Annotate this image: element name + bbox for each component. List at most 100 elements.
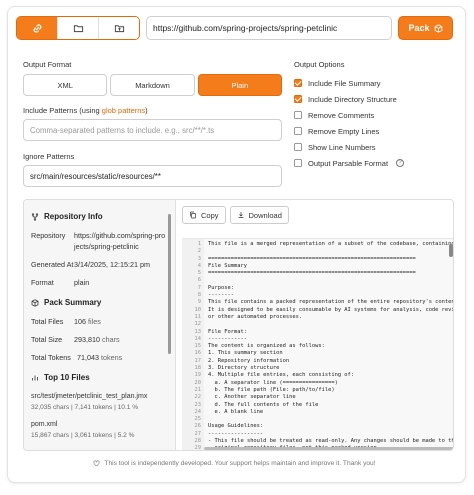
line-number: 24 — [194, 408, 202, 415]
repository-url-input[interactable]: https://github.com/spring-projects/sprin… — [146, 16, 392, 40]
kv-value: 106 — [74, 317, 86, 326]
format-row: Format plain — [31, 277, 175, 288]
checkbox[interactable] — [294, 111, 302, 119]
option-include-file-summary[interactable]: Include File Summary — [294, 75, 454, 91]
option-label: Show Line Numbers — [308, 142, 376, 152]
line-number: 16 — [194, 350, 202, 357]
git-fork-icon — [31, 212, 39, 221]
line-number: 18 — [194, 365, 202, 372]
kv-value: 71,043 — [77, 353, 99, 362]
ignore-patterns-label: Ignore Patterns — [23, 152, 75, 161]
file-path: src/test/jmeter/petclinic_test_plan.jmx — [31, 393, 148, 400]
kv-value: https://github.com/spring-projects/sprin… — [74, 231, 166, 251]
option-remove-comments[interactable]: Remove Comments — [294, 107, 454, 123]
output-format-label: Output Format — [23, 60, 72, 69]
format-markdown-button[interactable]: Markdown — [110, 74, 195, 96]
output-format-group: XML Markdown Plain — [23, 74, 282, 96]
download-label: Download — [248, 210, 282, 220]
output-code-viewer[interactable]: 1 2 3 4 5 6 7 8 9 10 11 12 13 14 15 16 17 18 19 20 21 22 23 24 2… — [182, 238, 453, 451]
output-pane: Copy Download 1 2 3 4 5 6 7 8 9 10 11 12 13 14 15 16 17 1… — [176, 200, 453, 451]
total-files-row: Total Files 106 files — [31, 316, 175, 327]
option-label: Output Parsable Format — [308, 158, 389, 168]
line-number: 27 — [194, 430, 202, 437]
copy-icon — [190, 211, 196, 219]
pack-button-label: Pack — [408, 23, 430, 33]
total-size-row: Total Size 293,810 chars — [31, 334, 175, 345]
output-code-text[interactable]: This file is a merged representation of … — [204, 239, 453, 450]
folder-icon — [73, 24, 83, 32]
option-show-line-numbers[interactable]: Show Line Numbers — [294, 139, 454, 155]
checkbox[interactable] — [294, 127, 302, 135]
line-number: 26 — [194, 423, 202, 430]
format-plain-button[interactable]: Plain — [197, 74, 282, 96]
kv-key: Repository — [31, 231, 66, 240]
option-output-parsable-format[interactable]: Output Parsable Format? — [294, 155, 454, 171]
line-number-gutter: 1 2 3 4 5 6 7 8 9 10 11 12 13 14 15 16 17 18 19 20 21 22 23 24 2… — [182, 239, 204, 451]
line-number: 2 — [197, 248, 201, 255]
line-number: 4 — [197, 262, 201, 269]
checkbox-checked[interactable] — [294, 79, 302, 87]
copy-label: Copy — [201, 210, 219, 220]
kv-key: Total Size — [31, 335, 63, 344]
package-icon — [434, 23, 442, 33]
code-horizontal-scrollbar[interactable] — [204, 447, 453, 450]
footer-text: This tool is independently developed. Yo… — [104, 459, 376, 467]
kv-value: plain — [74, 278, 90, 287]
checkbox[interactable] — [294, 143, 302, 151]
output-options-title: Output Options — [294, 60, 345, 69]
kv-key: Format — [31, 278, 54, 287]
generated-at-row: Generated At 3/14/2025, 12:15:21 pm — [31, 259, 175, 270]
line-number: 12 — [194, 321, 202, 328]
heart-icon — [93, 459, 100, 466]
file-meta: 15,867 chars | 3,061 tokens | 5.2 % — [31, 432, 135, 439]
line-number: 11 — [194, 313, 202, 320]
kv-unit: chars — [101, 335, 120, 344]
section-title-text: Top 10 Files — [44, 373, 90, 382]
file-meta: 32,035 chars | 7,141 tokens | 10.1 % — [31, 404, 139, 411]
kv-key: Total Tokens — [31, 353, 71, 362]
pack-button[interactable]: Pack — [398, 16, 453, 40]
line-number: 25 — [194, 416, 202, 423]
option-include-directory-structure[interactable]: Include Directory Structure — [294, 91, 454, 107]
code-scrollbar[interactable] — [449, 244, 453, 257]
format-xml-button[interactable]: XML — [23, 74, 108, 96]
glob-patterns-link[interactable]: glob patterns — [102, 106, 145, 115]
input-mode-group — [16, 16, 140, 40]
mode-upload-button[interactable] — [99, 17, 139, 39]
help-icon[interactable]: ? — [396, 159, 405, 167]
option-label: Remove Empty Lines — [308, 126, 380, 136]
top-file-item[interactable]: src/test/jmeter/petclinic_test_plan.jmx … — [31, 391, 175, 413]
kv-key: Total Files — [31, 317, 64, 326]
include-patterns-input[interactable]: Comma-separated patterns to include. e.g… — [23, 119, 282, 141]
line-number: 7 — [197, 284, 201, 291]
line-number: 13 — [194, 328, 202, 335]
option-label: Include File Summary — [308, 78, 381, 88]
link-icon — [33, 23, 41, 33]
sidebar-scrollbar[interactable] — [168, 214, 171, 354]
total-tokens-row: Total Tokens 71,043 tokens — [31, 352, 175, 363]
line-number: 9 — [197, 299, 201, 306]
line-number: 29 — [194, 445, 202, 451]
line-number: 15 — [194, 343, 202, 350]
line-number: 20 — [194, 379, 202, 386]
line-number: 19 — [194, 372, 202, 379]
option-label: Remove Comments — [308, 110, 375, 120]
download-button[interactable]: Download — [229, 206, 289, 224]
line-number: 3 — [197, 255, 201, 262]
line-number: 28 — [194, 438, 202, 445]
folder-upload-icon — [114, 24, 124, 32]
include-label-suffix: ) — [145, 106, 148, 115]
line-number: 10 — [194, 306, 202, 313]
top-file-item[interactable]: pom.xml 15,867 chars | 3,061 tokens | 5.… — [31, 419, 175, 441]
checkbox[interactable] — [294, 159, 302, 167]
ignore-patterns-input[interactable]: src/main/resources/static/resources/** — [23, 165, 282, 187]
mode-url-button[interactable] — [17, 17, 58, 39]
summary-sidebar[interactable]: Repository Info Repository https://github… — [24, 200, 176, 450]
checkbox-checked[interactable] — [294, 95, 302, 103]
option-remove-empty-lines[interactable]: Remove Empty Lines — [294, 123, 454, 139]
copy-button[interactable]: Copy — [182, 206, 226, 224]
mode-folder-button[interactable] — [58, 17, 99, 39]
results-panel: Repository Info Repository https://github… — [23, 199, 454, 451]
section-title-text: Repository Info — [44, 212, 103, 221]
kv-unit: tokens — [100, 353, 123, 362]
